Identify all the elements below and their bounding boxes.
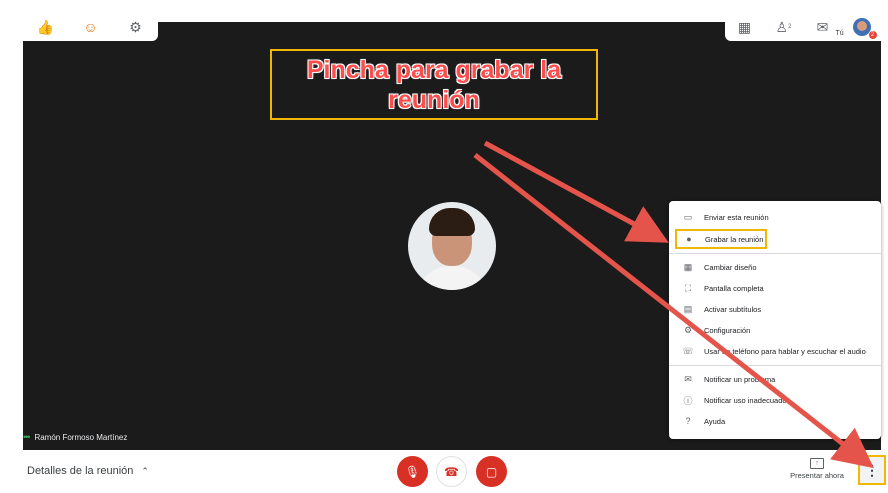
menu-item-label: Grabar la reunión (705, 234, 764, 244)
participant-name: Ramón Formoso Martínez (34, 432, 128, 442)
camera-off-icon: ▢ (485, 464, 498, 479)
meeting-details-button[interactable]: Detalles de la reunión ⌃ (27, 465, 149, 477)
more-options-button[interactable]: ⋮ (858, 455, 886, 485)
emoji-face-icon[interactable]: ☺ (81, 17, 101, 37)
instruction-callout: Pincha para grabar la reunión (270, 49, 598, 120)
menu-item-settings[interactable]: ⚙ Configuración (669, 320, 881, 340)
camera-toggle-button[interactable]: ▢ (476, 456, 507, 487)
menu-item-record[interactable]: ● Grabar la reunión (675, 229, 767, 249)
hang-up-button[interactable]: ☎︎ (436, 456, 467, 487)
report-problem-icon: ✉ (684, 373, 692, 384)
menu-item-help[interactable]: ? Ayuda (669, 411, 881, 431)
mic-toggle-button[interactable]: 🎙︎ (397, 456, 428, 487)
callout-text: Pincha para grabar la reunión (306, 55, 562, 114)
layout-icon: ▦ (683, 261, 693, 272)
chat-icon[interactable]: ✉ (813, 17, 833, 37)
audio-indicator-icon: ••• (23, 432, 31, 442)
report-abuse-icon: ⓘ (683, 395, 693, 406)
top-left-toolbar: 👍 ☺ ⚙ (23, 13, 158, 41)
fullscreen-icon: ⛶ (684, 282, 692, 293)
menu-item-label: Notificar un problema (704, 374, 776, 384)
participant-name-tag: ••• Ramón Formoso Martínez (23, 432, 127, 442)
menu-item-change-layout[interactable]: ▦ Cambiar diseño (669, 257, 881, 277)
more-options-menu: ▭ Enviar esta reunión ● Grabar la reunió… (669, 201, 881, 439)
record-icon: ● (686, 234, 692, 244)
menu-item-report-problem[interactable]: ✉ Notificar un problema (669, 369, 881, 389)
menu-item-label: Cambiar diseño (704, 262, 757, 272)
cast-icon: ▭ (683, 211, 693, 222)
menu-item-label: Usar un teléfono para hablar y escuchar … (704, 346, 866, 356)
you-label: Tú (835, 30, 844, 37)
menu-item-label: Pantalla completa (704, 283, 764, 293)
menu-item-label: Enviar esta reunión (704, 212, 769, 222)
menu-item-label: Configuración (704, 325, 751, 335)
chevron-up-icon: ⌃ (141, 465, 149, 476)
mic-off-icon: 🎙︎ (404, 464, 421, 479)
phone-icon: ☏ (682, 345, 694, 356)
avatar (852, 18, 871, 36)
menu-item-label: Notificar uso inadecuado (704, 395, 787, 405)
menu-item-label: Ayuda (704, 416, 726, 426)
meeting-details-label: Detalles de la reunión (27, 465, 134, 477)
self-avatar[interactable]: Tú 2 (836, 17, 877, 39)
captions-icon: ▤ (683, 303, 693, 314)
top-right-toolbar: ▦ ♙ 2 ✉ Tú 2 (725, 13, 881, 41)
menu-divider (669, 253, 881, 254)
gear-icon[interactable]: ⚙ (126, 17, 146, 37)
thumbs-up-icon[interactable]: 👍 (36, 17, 56, 37)
present-icon: ↑ (810, 458, 824, 469)
hang-up-icon: ☎︎ (444, 464, 459, 479)
menu-item-fullscreen[interactable]: ⛶ Pantalla completa (669, 278, 881, 298)
grid-layout-icon[interactable]: ▦ (735, 17, 755, 37)
participant-avatar (408, 202, 496, 290)
present-now-button[interactable]: ↑ Presentar ahora (786, 458, 848, 480)
menu-item-report-abuse[interactable]: ⓘ Notificar uso inadecuado (669, 390, 881, 410)
people-icon[interactable]: ♙ 2 (774, 17, 794, 37)
menu-item-cast[interactable]: ▭ Enviar esta reunión (669, 207, 881, 227)
gear-icon: ⚙ (683, 324, 693, 335)
menu-item-phone[interactable]: ☏ Usar un teléfono para hablar y escucha… (669, 341, 881, 361)
people-count: 2 (788, 24, 792, 30)
help-icon: ? (685, 416, 691, 426)
menu-item-label: Activar subtítulos (704, 304, 762, 314)
notification-badge: 2 (868, 31, 877, 39)
more-vertical-icon: ⋮ (865, 461, 879, 478)
menu-divider (669, 365, 881, 366)
present-label: Presentar ahora (790, 471, 844, 480)
menu-item-captions[interactable]: ▤ Activar subtítulos (669, 299, 881, 319)
